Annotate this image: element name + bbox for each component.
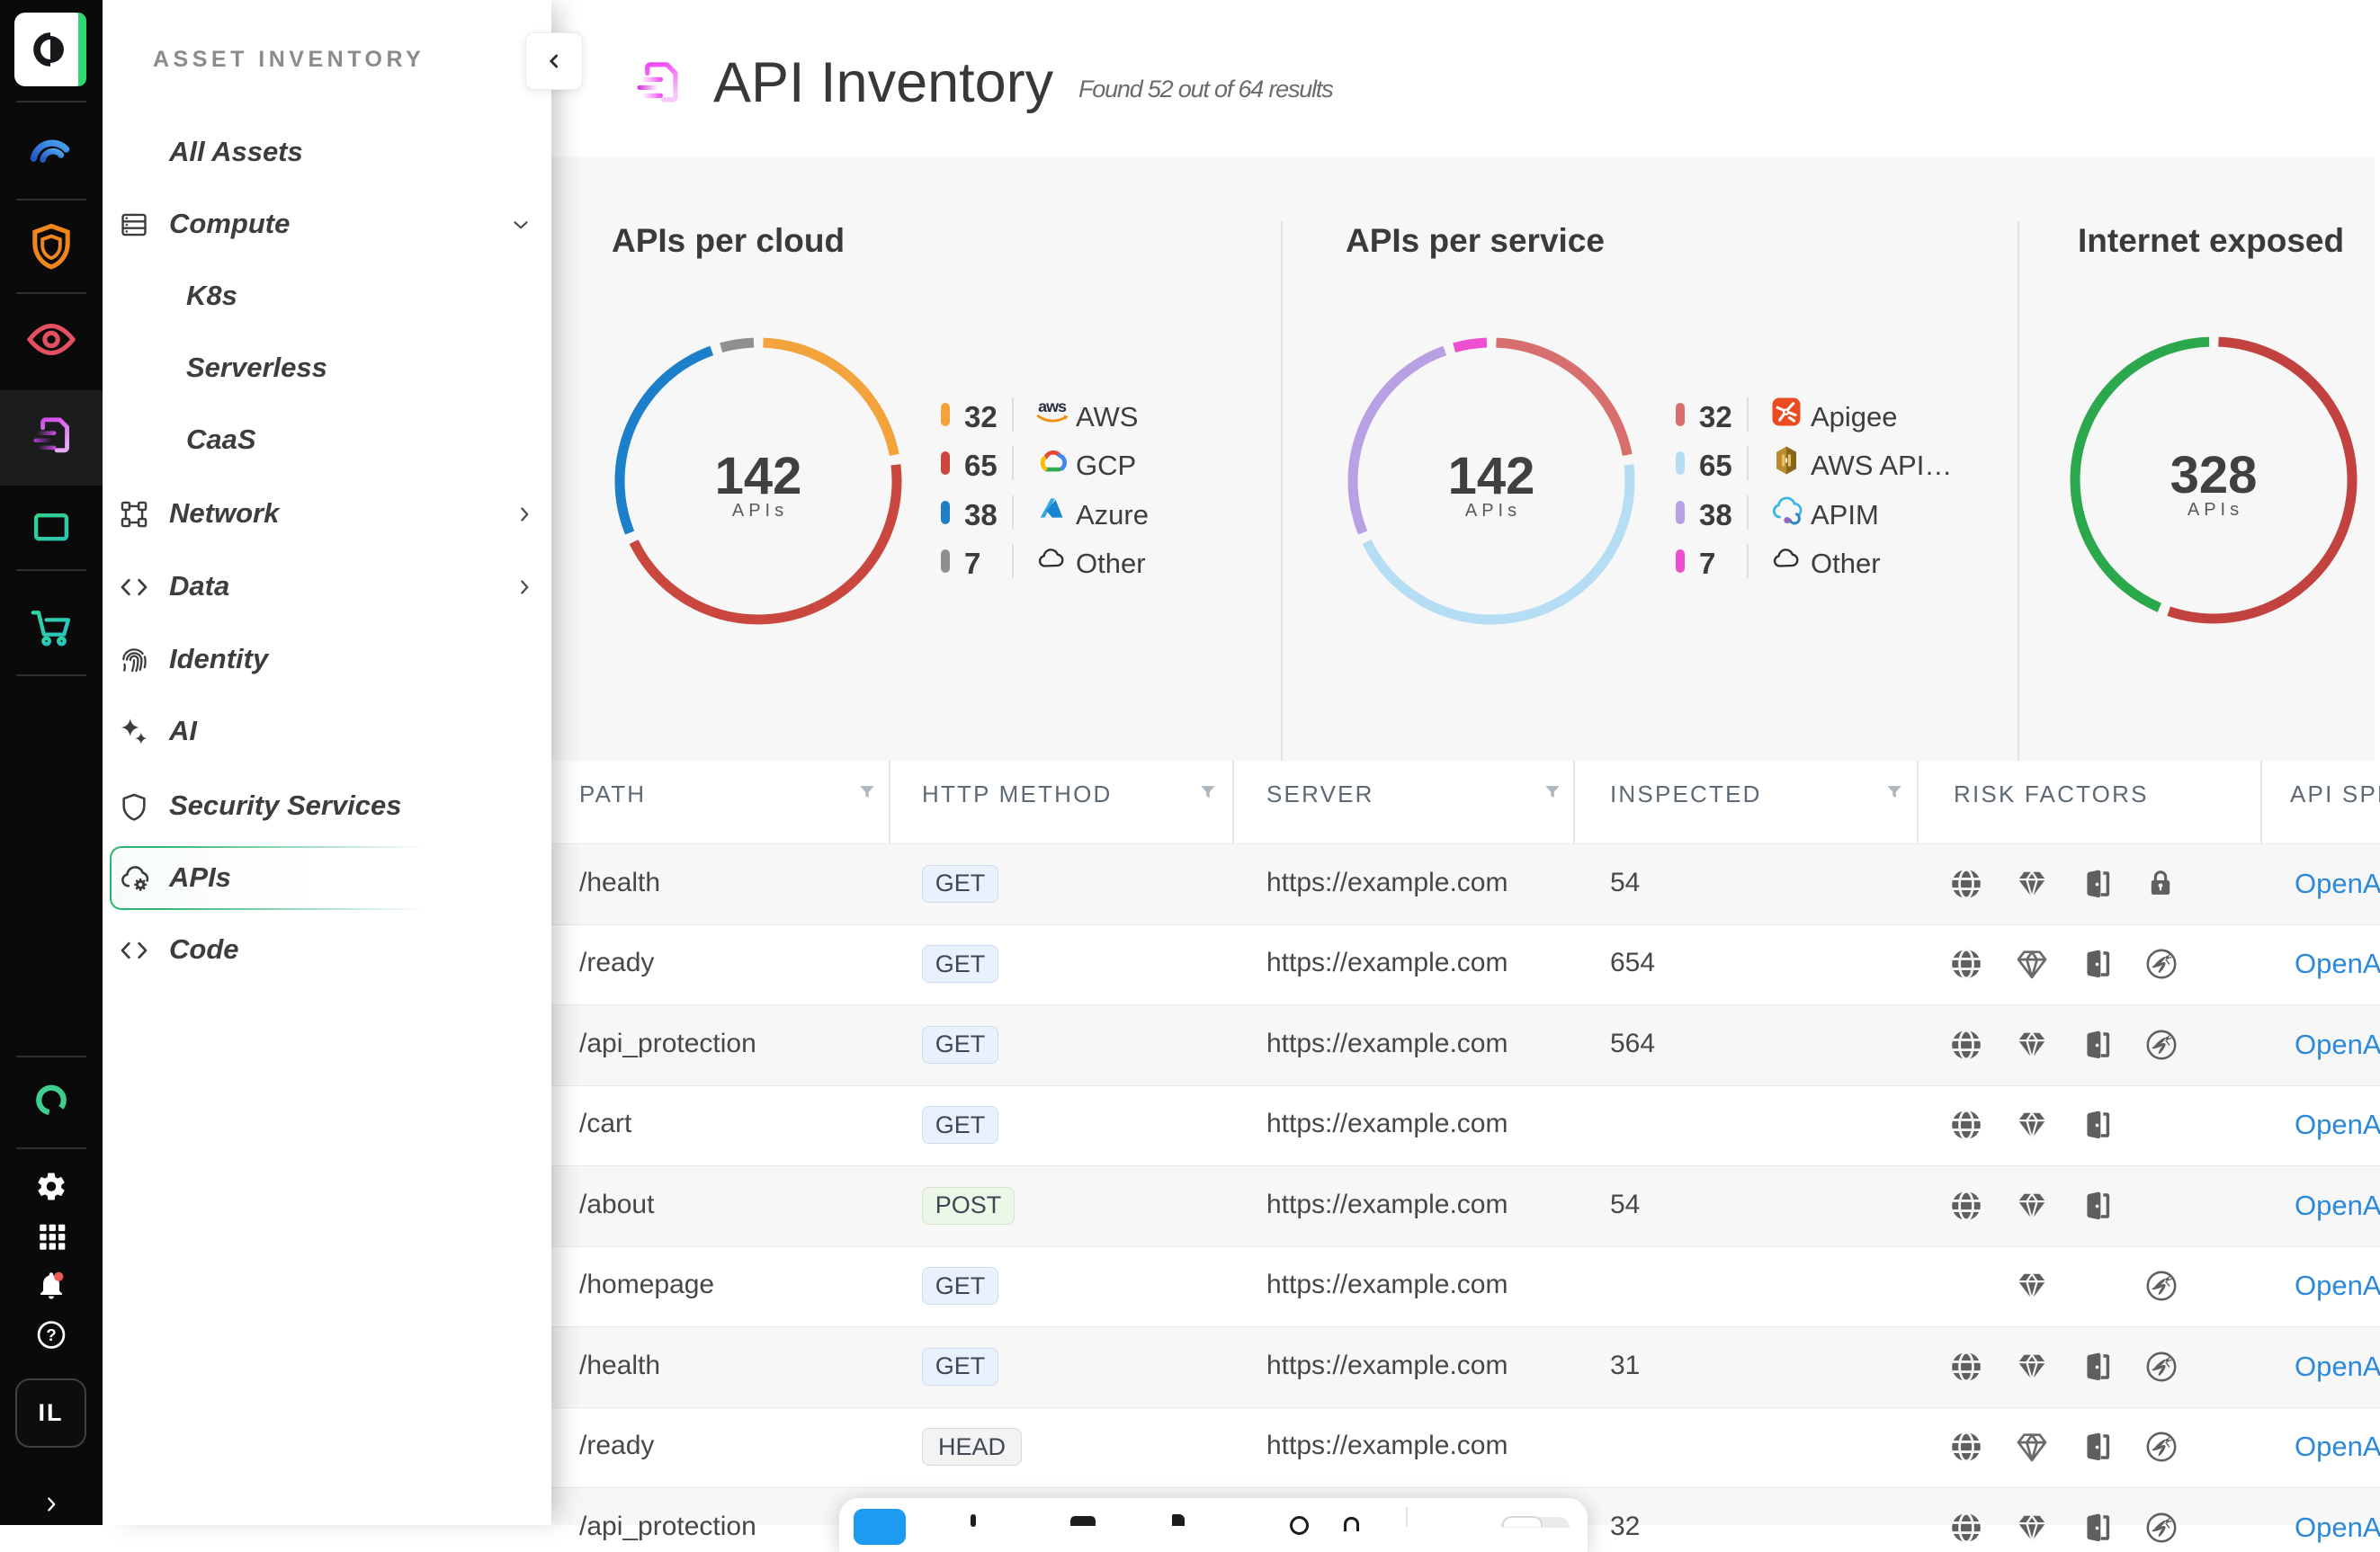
svg-text:?: ? [46, 1325, 56, 1344]
svg-text:aws: aws [1038, 397, 1067, 415]
